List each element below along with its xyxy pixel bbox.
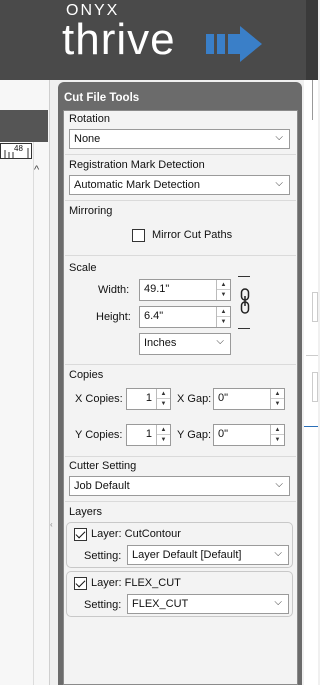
- chevron-down-icon: ⌵: [275, 132, 283, 143]
- rotation-select[interactable]: None ⌵: [69, 129, 290, 149]
- x-copies-input[interactable]: 1 ▲ ▼: [126, 388, 171, 410]
- chevron-down-icon: ⌵: [275, 178, 283, 189]
- rotation-value: None: [74, 133, 101, 145]
- y-copies-value: 1: [145, 428, 152, 440]
- y-gap-value: 0": [218, 428, 229, 440]
- x-gap-label: X Gap:: [177, 393, 212, 405]
- x-gap-value: 0": [218, 392, 229, 404]
- layer-flexcut-setting-select[interactable]: FLEX_CUT ⌵: [127, 594, 289, 614]
- canvas-scroll-track: [33, 142, 34, 685]
- registration-value: Automatic Mark Detection: [74, 179, 200, 191]
- right-pane-accent: [304, 426, 318, 427]
- chevron-down-icon: ⌵: [274, 548, 282, 559]
- layer-flexcut-setting-value: FLEX_CUT: [132, 598, 189, 610]
- spin-down-icon[interactable]: ▼: [271, 399, 284, 409]
- chevron-down-icon: ⌵: [274, 597, 282, 608]
- height-value: 6.4": [144, 310, 164, 322]
- cutter-setting-value: Job Default: [74, 480, 130, 492]
- link-chain-icon[interactable]: [240, 288, 250, 317]
- spin-up-icon[interactable]: ▲: [157, 425, 170, 435]
- rotation-label: Rotation: [69, 113, 110, 125]
- width-value: 49.1": [144, 283, 170, 295]
- chevron-down-icon: ⌵: [216, 336, 224, 347]
- layer-cutcontour-setting-value: Layer Default [Default]: [132, 549, 242, 561]
- spin-down-icon[interactable]: ▼: [157, 435, 170, 445]
- x-copies-value: 1: [145, 392, 152, 404]
- width-label: Width:: [98, 284, 130, 296]
- chevron-down-icon: ⌵: [275, 479, 283, 490]
- registration-select[interactable]: Automatic Mark Detection ⌵: [69, 175, 290, 195]
- spin-down-icon[interactable]: ▼: [217, 290, 230, 300]
- mirroring-label: Mirroring: [69, 205, 113, 217]
- layer-flexcut-setting-label: Setting:: [84, 599, 122, 611]
- y-gap-input[interactable]: 0" ▲ ▼: [213, 424, 285, 446]
- layer-cutcontour-name: Layer: CutContour: [91, 528, 181, 540]
- units-select[interactable]: Inches ⌵: [139, 333, 231, 355]
- layer-flexcut-checkbox[interactable]: [74, 577, 87, 590]
- right-pane-control: [312, 292, 318, 322]
- layer-cutcontour-setting-select[interactable]: Layer Default [Default] ⌵: [127, 545, 289, 565]
- spin-up-icon[interactable]: ▲: [217, 307, 230, 317]
- layer-cutcontour-setting-label: Setting:: [84, 550, 122, 562]
- right-pane-separator: [306, 355, 318, 356]
- right-pane-divider: [312, 80, 313, 120]
- layers-label: Layers: [69, 506, 103, 518]
- spin-up-icon[interactable]: ▲: [271, 425, 284, 435]
- spin-up-icon[interactable]: ▲: [157, 389, 170, 399]
- chevron-up-icon[interactable]: ^: [34, 164, 39, 176]
- section-divider: [65, 501, 296, 502]
- ruler-number: 48: [14, 144, 23, 153]
- registration-label: Registration Mark Detection: [69, 159, 205, 171]
- y-gap-label: Y Gap:: [177, 429, 212, 441]
- section-divider: [65, 154, 296, 155]
- spin-up-icon[interactable]: ▲: [217, 280, 230, 290]
- canvas-area: [0, 80, 50, 685]
- canvas-toolbar: [0, 110, 48, 142]
- spin-down-icon[interactable]: ▼: [217, 317, 230, 327]
- cutter-setting-select[interactable]: Job Default ⌵: [69, 476, 290, 496]
- link-line-bottom: [238, 328, 250, 329]
- mirror-cut-paths-label: Mirror Cut Paths: [152, 229, 233, 241]
- y-copies-input[interactable]: 1 ▲ ▼: [126, 424, 171, 446]
- section-divider: [65, 456, 296, 457]
- link-line-top: [238, 276, 250, 277]
- section-divider: [65, 200, 296, 201]
- x-gap-input[interactable]: 0" ▲ ▼: [213, 388, 285, 410]
- height-input[interactable]: 6.4" ▲ ▼: [139, 306, 231, 328]
- collapse-panel-icon[interactable]: ‹: [50, 520, 53, 529]
- spin-down-icon[interactable]: ▼: [157, 399, 170, 409]
- spin-up-icon[interactable]: ▲: [271, 389, 284, 399]
- section-divider: [65, 255, 296, 256]
- y-copies-label: Y Copies:: [75, 429, 123, 441]
- copies-label: Copies: [69, 369, 104, 381]
- x-copies-label: X Copies:: [75, 393, 123, 405]
- cutter-setting-label: Cutter Setting: [69, 460, 137, 472]
- arrow-right-icon: [206, 24, 264, 67]
- brand-main-text: thrive: [62, 15, 176, 64]
- spin-down-icon[interactable]: ▼: [271, 435, 284, 445]
- layer-flexcut-name: Layer: FLEX_CUT: [91, 577, 181, 589]
- height-label: Height:: [96, 311, 131, 323]
- units-value: Inches: [144, 337, 177, 349]
- width-input[interactable]: 49.1" ▲ ▼: [139, 279, 231, 301]
- scale-label: Scale: [69, 262, 97, 274]
- header-edge: [306, 0, 318, 80]
- layer-cutcontour-checkbox[interactable]: [74, 528, 87, 541]
- mirror-cut-paths-checkbox[interactable]: [132, 229, 145, 242]
- section-divider: [65, 364, 296, 365]
- panel-title: Cut File Tools: [64, 92, 140, 104]
- right-pane-control: [312, 372, 318, 402]
